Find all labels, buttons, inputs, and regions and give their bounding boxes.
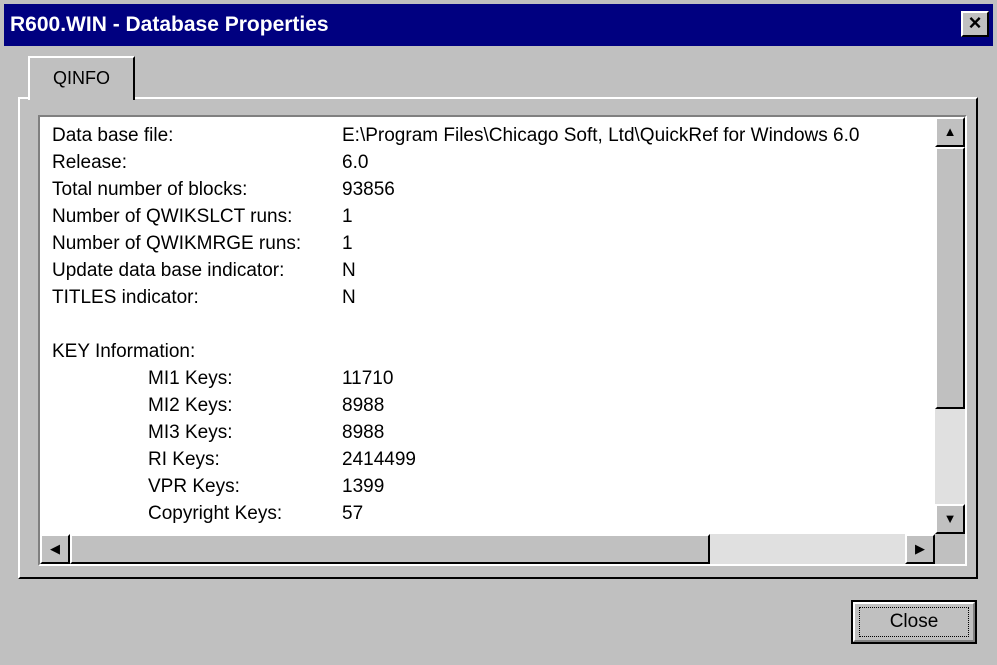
key-label: VPR Keys: [148, 476, 240, 497]
info-label: Number of QWIKSLCT runs: [52, 206, 293, 227]
info-value: 93856 [342, 179, 395, 200]
key-info-heading: KEY Information: [52, 338, 859, 365]
key-label: MI3 Keys: [148, 422, 233, 443]
info-value: N [342, 287, 356, 308]
horizontal-scroll-thumb[interactable] [70, 534, 710, 564]
vertical-scrollbar[interactable]: ▲ ▼ [935, 117, 965, 534]
info-row: Data base file: E:\Program Files\Chicago … [52, 122, 859, 149]
key-value: 57 [342, 503, 364, 524]
key-label: RI Keys: [148, 449, 220, 470]
key-value: 2414499 [342, 449, 416, 470]
close-button[interactable]: Close [851, 600, 977, 644]
key-info-heading-text: KEY Information: [52, 341, 196, 362]
scroll-up-arrow-icon[interactable]: ▲ [935, 117, 965, 147]
scrollbar-corner [935, 534, 965, 564]
tab-qinfo[interactable]: QINFO [28, 56, 135, 100]
scroll-right-arrow-icon[interactable]: ▶ [905, 534, 935, 564]
blank-row [52, 311, 859, 338]
key-row: MI2 Keys: 8988 [52, 392, 859, 419]
info-value: N [342, 260, 356, 281]
info-row: Update data base indicator: N [52, 257, 859, 284]
info-listbox[interactable]: Data base file: E:\Program Files\Chicago … [38, 115, 967, 566]
info-content: Data base file: E:\Program Files\Chicago … [52, 122, 859, 527]
window-title: R600.WIN - Database Properties [10, 13, 329, 36]
info-label: Release: [52, 152, 127, 173]
vertical-scroll-thumb[interactable] [935, 147, 965, 409]
info-row: Number of QWIKSLCT runs: 1 [52, 203, 859, 230]
key-row: VPR Keys: 1399 [52, 473, 859, 500]
info-value: 1 [342, 233, 353, 254]
info-label: Total number of blocks: [52, 179, 248, 200]
info-row: TITLES indicator: N [52, 284, 859, 311]
key-label: Copyright Keys: [148, 503, 283, 524]
info-value: 1 [342, 206, 353, 227]
scroll-left-arrow-icon[interactable]: ◀ [40, 534, 70, 564]
key-row: MI3 Keys: 8988 [52, 419, 859, 446]
info-row: Total number of blocks: 93856 [52, 176, 859, 203]
key-row: RI Keys: 2414499 [52, 446, 859, 473]
info-label: TITLES indicator: [52, 287, 199, 308]
scroll-down-arrow-icon[interactable]: ▼ [935, 504, 965, 534]
key-label: MI2 Keys: [148, 395, 233, 416]
key-value: 11710 [342, 368, 394, 389]
tab-label: QINFO [53, 68, 110, 88]
key-value: 8988 [342, 422, 385, 443]
title-bar: R600.WIN - Database Properties × [4, 4, 993, 46]
info-value: 6.0 [342, 152, 369, 173]
horizontal-scrollbar[interactable]: ◀ ▶ [40, 534, 935, 564]
info-row: Number of QWIKMRGE runs: 1 [52, 230, 859, 257]
info-label: Number of QWIKMRGE runs: [52, 233, 302, 254]
info-value: E:\Program Files\Chicago Soft, Ltd\Quick… [342, 125, 860, 146]
info-label: Data base file: [52, 125, 174, 146]
dialog-window: R600.WIN - Database Properties × QINFO D… [0, 0, 997, 665]
key-label: MI1 Keys: [148, 368, 233, 389]
info-label: Update data base indicator: [52, 260, 285, 281]
key-row: Copyright Keys: 57 [52, 500, 859, 527]
close-button-label: Close [859, 607, 969, 637]
key-value: 1399 [342, 476, 385, 497]
key-row: MI1 Keys: 11710 [52, 365, 859, 392]
close-icon[interactable]: × [961, 11, 989, 37]
info-row: Release: 6.0 [52, 149, 859, 176]
key-value: 8988 [342, 395, 385, 416]
